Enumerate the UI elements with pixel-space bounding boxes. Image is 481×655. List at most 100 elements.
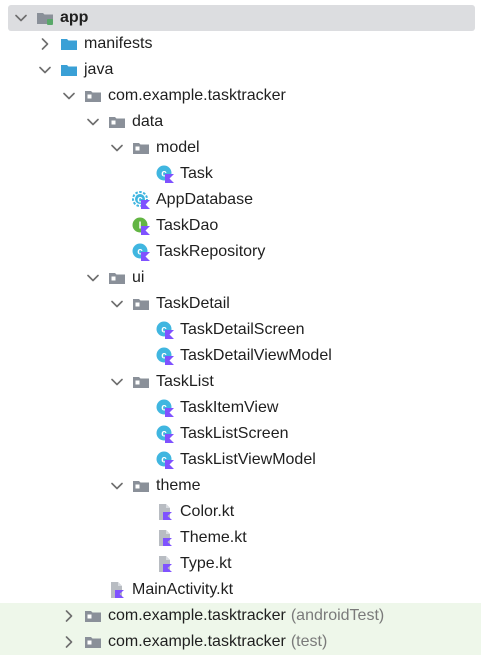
tree-item-name: MainActivity.kt [132, 581, 234, 598]
tree-item-appdatabase[interactable]: c AppDatabase [0, 187, 481, 213]
chevron-down-icon[interactable] [62, 83, 76, 109]
chevron-right-icon[interactable] [38, 31, 52, 57]
tree-item-name: com.example.tasktracker [108, 607, 286, 624]
package-icon [132, 373, 150, 391]
tree-item-label: Task [180, 161, 213, 187]
tree-item-label: model [156, 135, 200, 161]
tree-item-type-kt[interactable]: Type.kt [0, 551, 481, 577]
tree-item-name: TaskDetail [156, 295, 230, 312]
chevron-down-icon[interactable] [110, 473, 124, 499]
tree-item-label: data [132, 109, 163, 135]
tree-item-name: app [60, 9, 89, 26]
tree-item-name: TaskListViewModel [180, 451, 316, 468]
tree-item-label: AppDatabase [156, 187, 253, 213]
tree-item-name: com.example.tasktracker [108, 87, 286, 104]
tree-item-pkg-test[interactable]: com.example.tasktracker (test) [0, 629, 481, 655]
kotlin-class-icon: c [156, 425, 174, 443]
tree-item-label: TaskDetail [156, 291, 230, 317]
tree-item-name: theme [156, 477, 201, 494]
tree-item-name: TaskDetailScreen [180, 321, 305, 338]
tree-item-label: TaskListViewModel [180, 447, 316, 473]
tree-item-theme[interactable]: theme [0, 473, 481, 499]
chevron-down-icon[interactable] [86, 265, 100, 291]
tree-item-pkg-main[interactable]: com.example.tasktracker [0, 83, 481, 109]
kotlin-interface-icon: I [132, 217, 150, 235]
tree-item-taskrepository[interactable]: c TaskRepository [0, 239, 481, 265]
tree-item-pkg-androidtest[interactable]: com.example.tasktracker (androidTest) [0, 603, 481, 629]
tree-item-label: com.example.tasktracker (androidTest) [108, 603, 384, 629]
tree-item-taskitemview[interactable]: c TaskItemView [0, 395, 481, 421]
tree-item-name: Type.kt [180, 555, 232, 572]
tree-item-color-kt[interactable]: Color.kt [0, 499, 481, 525]
tree-item-label: TaskDetailViewModel [180, 343, 332, 369]
tree-item-name: TaskDetailViewModel [180, 347, 332, 364]
chevron-right-icon[interactable] [62, 629, 76, 655]
tree-item-name: AppDatabase [156, 191, 253, 208]
tree-item-label: TaskDetailScreen [180, 317, 305, 343]
tree-item-model[interactable]: model [0, 135, 481, 161]
chevron-right-icon[interactable] [62, 603, 76, 629]
tree-item-label: java [84, 57, 113, 83]
tree-item-name: TaskList [156, 373, 214, 390]
package-icon [132, 295, 150, 313]
tree-item-label: theme [156, 473, 200, 499]
tree-item-label: TaskDao [156, 213, 218, 239]
package-icon [108, 269, 126, 287]
tree-item-label: TaskList [156, 369, 214, 395]
kotlin-class-icon: c [156, 399, 174, 417]
chevron-down-icon[interactable] [110, 291, 124, 317]
tree-item-label: TaskRepository [156, 239, 265, 265]
tree-item-taskdao[interactable]: I TaskDao [0, 213, 481, 239]
kotlin-file-icon [108, 581, 126, 599]
tree-item-tasklistscreen[interactable]: c TaskListScreen [0, 421, 481, 447]
chevron-down-icon[interactable] [110, 369, 124, 395]
project-tree: app manifests java com.example.tasktracker d… [0, 5, 481, 655]
package-icon [84, 633, 102, 651]
tree-item-app[interactable]: app [8, 5, 475, 31]
tree-item-name: ui [132, 269, 145, 286]
tree-item-name: com.example.tasktracker [108, 633, 286, 650]
tree-item-manifests[interactable]: manifests [0, 31, 481, 57]
tree-item-name: java [84, 61, 114, 78]
tree-item-name: Color.kt [180, 503, 235, 520]
tree-item-taskdetailviewmodel[interactable]: c TaskDetailViewModel [0, 343, 481, 369]
tree-item-name: data [132, 113, 164, 130]
tree-item-task[interactable]: c Task [0, 161, 481, 187]
tree-item-name: Task [180, 165, 213, 182]
package-icon [84, 87, 102, 105]
tree-item-taskdetailscreen[interactable]: c TaskDetailScreen [0, 317, 481, 343]
kotlin-abstract-class-icon: c [132, 191, 150, 209]
kotlin-class-icon: c [156, 165, 174, 183]
tree-item-ui[interactable]: ui [0, 265, 481, 291]
source-set-suffix: (test) [290, 633, 328, 650]
folder-icon [60, 35, 78, 53]
tree-item-theme-kt[interactable]: Theme.kt [0, 525, 481, 551]
kotlin-file-icon [156, 555, 174, 573]
tree-item-tasklistviewmodel[interactable]: c TaskListViewModel [0, 447, 481, 473]
chevron-down-icon[interactable] [110, 135, 124, 161]
chevron-down-icon[interactable] [86, 109, 100, 135]
tree-item-mainactivity-kt[interactable]: MainActivity.kt [0, 577, 481, 603]
tree-item-data[interactable]: data [0, 109, 481, 135]
tree-item-tasklist[interactable]: TaskList [0, 369, 481, 395]
tree-item-label: ui [132, 265, 144, 291]
tree-item-name: TaskRepository [156, 243, 266, 260]
tree-item-label: com.example.tasktracker [108, 83, 286, 109]
tree-item-name: TaskDao [156, 217, 219, 234]
chevron-down-icon[interactable] [14, 5, 28, 31]
kotlin-file-icon [156, 503, 174, 521]
package-icon [132, 139, 150, 157]
tree-item-name: Theme.kt [180, 529, 247, 546]
tree-item-java[interactable]: java [0, 57, 481, 83]
tree-item-label: Color.kt [180, 499, 234, 525]
tree-item-name: TaskItemView [180, 399, 279, 416]
tree-item-taskdetail[interactable]: TaskDetail [0, 291, 481, 317]
tree-item-label: app [60, 5, 88, 31]
chevron-down-icon[interactable] [38, 57, 52, 83]
kotlin-class-icon: c [132, 243, 150, 261]
package-icon [84, 607, 102, 625]
kotlin-file-icon [156, 529, 174, 547]
tree-item-label: com.example.tasktracker (test) [108, 629, 327, 655]
folder-icon [60, 61, 78, 79]
kotlin-class-icon: c [156, 451, 174, 469]
